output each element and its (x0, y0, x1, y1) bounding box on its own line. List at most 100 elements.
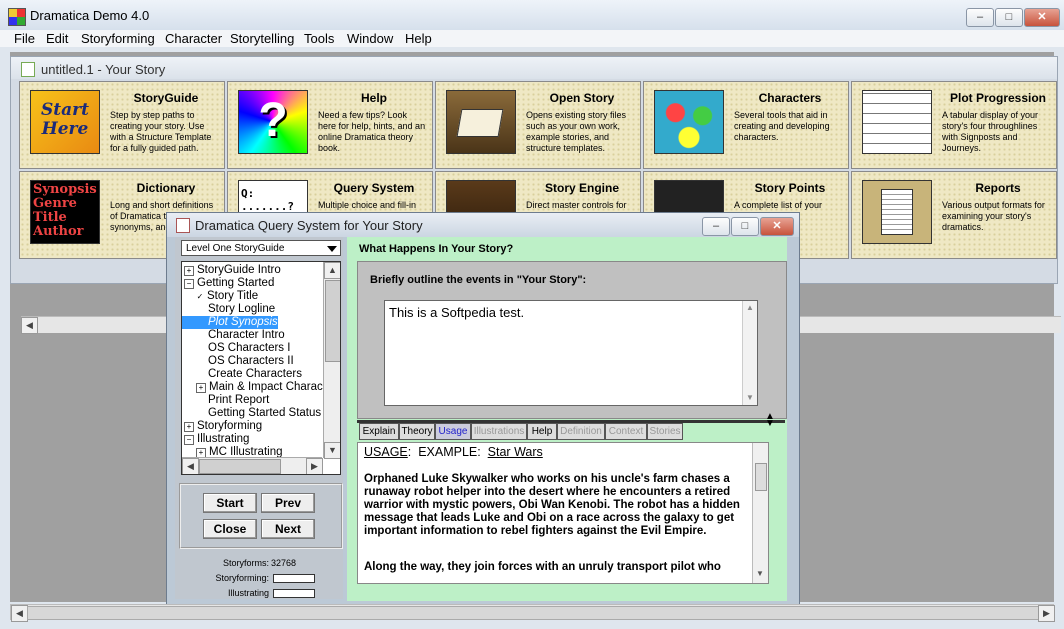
tab-help[interactable]: Help (527, 423, 557, 440)
tab-theory[interactable]: Theory (399, 423, 435, 440)
query-close-button[interactable]: ✕ (760, 217, 794, 236)
query-content-panel: What Happens In Your Story? Briefly outl… (347, 237, 787, 601)
expand-icon[interactable]: + (196, 383, 206, 393)
question-prompt: Briefly outline the events in "Your Stor… (370, 274, 587, 286)
menu-file[interactable]: File (14, 31, 35, 46)
start-button[interactable]: Start (203, 493, 257, 513)
tab-definition[interactable]: Definition (557, 423, 605, 440)
expand-icon[interactable]: + (184, 266, 194, 276)
menu-edit[interactable]: Edit (46, 31, 68, 46)
scroll-right-icon[interactable]: ▶ (306, 458, 323, 474)
app-icon (8, 8, 26, 26)
tile-title: StoryGuide (133, 91, 199, 105)
tree-item[interactable]: Plot Synopsis (182, 316, 278, 329)
query-system-dialog: Dramatica Query System for Your Story – … (166, 212, 800, 605)
tree-item[interactable]: Character Intro (182, 329, 285, 342)
usage-header: USAGE: EXAMPLE: Star Wars (364, 445, 543, 459)
maximize-button[interactable]: □ (995, 8, 1023, 27)
tree-item[interactable]: + StoryGuide Intro (182, 264, 281, 277)
menubar: File Edit Storyforming Character Storyte… (0, 30, 1064, 47)
tile-plot-progression[interactable]: Plot Progression A tabular display of yo… (851, 81, 1057, 169)
tile-title: Story Points (754, 181, 826, 195)
navigation-button-panel: Start Prev Close Next (179, 483, 343, 549)
storyforming-label: Storyforming: (215, 573, 269, 583)
menu-character[interactable]: Character (165, 31, 222, 46)
tile-title: Open Story (549, 91, 615, 105)
tree-item[interactable]: OS Characters II (182, 355, 294, 368)
answer-panel: Briefly outline the events in "Your Stor… (357, 261, 787, 419)
tree-item[interactable]: + Storyforming (182, 420, 262, 433)
tree-item[interactable]: Getting Started Status (182, 407, 321, 420)
workspace-horizontal-scrollbar[interactable]: ◀ ▶ (10, 604, 1055, 622)
scroll-thumb[interactable] (199, 459, 281, 474)
answer-scrollbar[interactable]: ▲ ▼ (742, 301, 757, 405)
tile-characters[interactable]: Characters Several tools that aid in cre… (643, 81, 849, 169)
splitter-handle-icon[interactable]: ▲ ▼ (765, 412, 775, 429)
scroll-up-icon[interactable]: ▲ (324, 262, 340, 279)
tile-storyguide[interactable]: Start Here StoryGuide Step by step paths… (19, 81, 225, 169)
scroll-right-icon[interactable]: ▶ (1038, 605, 1055, 622)
tree-item-label: Getting Started Status (208, 407, 322, 419)
tree-horizontal-scrollbar[interactable]: ◀ ▶ (182, 457, 323, 474)
tile-desc: Multiple choice and fill-in (318, 200, 417, 210)
tile-open-story[interactable]: Open Story Opens existing story files su… (435, 81, 641, 169)
tab-usage[interactable]: Usage (435, 423, 471, 440)
menu-storyforming[interactable]: Storyforming (81, 31, 155, 46)
close-dialog-button[interactable]: Close (203, 519, 257, 539)
tab-explain[interactable]: Explain (359, 423, 399, 440)
tab-illustrations[interactable]: Illustrations (471, 423, 527, 440)
tile-help[interactable]: ? Help Need a few tips? Look here for he… (227, 81, 433, 169)
usage-scrollbar[interactable]: ▼ (752, 443, 768, 583)
tree-item-label: OS Characters II (208, 355, 294, 367)
tree-item[interactable]: OS Characters I (182, 342, 290, 355)
scroll-left-icon[interactable]: ◀ (11, 605, 28, 622)
example-label: EXAMPLE: (418, 445, 481, 459)
tree-item[interactable]: + Main & Impact Charac (182, 381, 323, 394)
document-titlebar: untitled.1 - Your Story (11, 57, 1057, 79)
storyguide-tree: + StoryGuide Intro − Getting Started ✓ Story … (181, 261, 341, 475)
check-icon[interactable]: ✓ (196, 293, 204, 301)
tab-context[interactable]: Context (605, 423, 647, 440)
scroll-down-icon[interactable]: ▼ (746, 393, 754, 402)
menu-window[interactable]: Window (347, 31, 393, 46)
next-button[interactable]: Next (261, 519, 315, 539)
query-minimize-button[interactable]: – (702, 217, 730, 236)
tile-desc: Opens existing story files such as your … (526, 110, 627, 153)
scroll-thumb[interactable] (27, 606, 1039, 620)
tile-desc: Various output formats for examining you… (942, 200, 1045, 232)
prev-button[interactable]: Prev (261, 493, 315, 513)
tree-vertical-scrollbar[interactable]: ▲ ▼ (323, 262, 340, 459)
query-title: Dramatica Query System for Your Story (195, 218, 423, 233)
tree-item[interactable]: − Getting Started (182, 277, 274, 290)
scroll-down-icon[interactable]: ▼ (324, 442, 340, 459)
tree-item[interactable]: ✓ Story Title (182, 290, 259, 303)
tree-item[interactable]: Print Report (182, 394, 269, 407)
menu-tools[interactable]: Tools (304, 31, 334, 46)
expand-icon[interactable]: + (184, 422, 194, 432)
scroll-thumb[interactable] (755, 463, 767, 491)
scroll-left-icon[interactable]: ◀ (182, 458, 199, 474)
scroll-left-icon[interactable]: ◀ (21, 317, 38, 334)
scroll-up-icon[interactable]: ▲ (746, 303, 754, 312)
collapse-icon[interactable]: − (184, 435, 194, 445)
answer-textarea[interactable]: This is a Softpedia test. ▲ ▼ (384, 300, 758, 406)
storyguide-level-select[interactable]: Level One StoryGuide (181, 240, 341, 256)
tree-item-label: Create Characters (208, 368, 302, 380)
tile-desc: A tabular display of your story's four t… (942, 110, 1039, 153)
scroll-down-icon[interactable]: ▼ (756, 569, 764, 578)
tree-item[interactable]: Create Characters (182, 368, 302, 381)
select-value: Level One StoryGuide (186, 243, 285, 254)
tree-item-label: Story Logline (208, 303, 276, 315)
menu-help[interactable]: Help (405, 31, 432, 46)
menu-storytelling[interactable]: Storytelling (230, 31, 294, 46)
tree-item-label: Main & Impact Charac (209, 381, 323, 393)
tab-stories[interactable]: Stories (647, 423, 683, 440)
minimize-button[interactable]: – (966, 8, 994, 27)
collapse-icon[interactable]: − (184, 279, 194, 289)
query-maximize-button[interactable]: □ (731, 217, 759, 236)
close-button[interactable]: ✕ (1024, 8, 1060, 27)
tile-reports[interactable]: Reports Various output formats for exami… (851, 171, 1057, 259)
tree-item[interactable]: Story Logline (182, 303, 275, 316)
scroll-thumb[interactable] (325, 280, 340, 362)
tree-item[interactable]: − Illustrating (182, 433, 249, 446)
